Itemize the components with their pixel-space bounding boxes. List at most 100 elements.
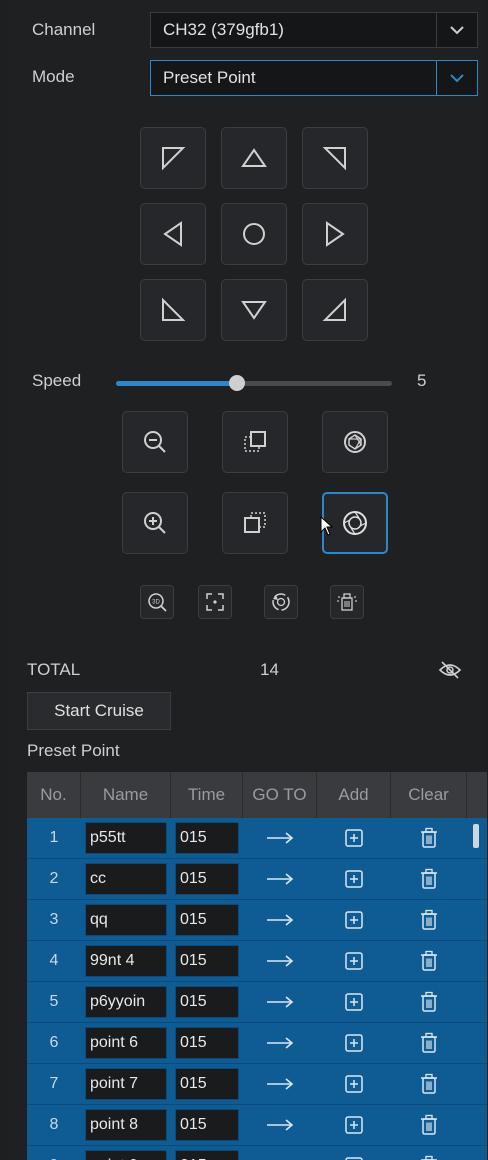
clear-preset-button[interactable] (391, 1064, 467, 1104)
3d-positioning-button[interactable]: 3D (140, 585, 174, 619)
total-value: 14 (260, 660, 279, 679)
start-cruise-button[interactable]: Start Cruise (27, 692, 171, 730)
iris-open-icon (343, 511, 367, 535)
goto-button[interactable] (243, 1105, 317, 1145)
column-header-no: No. (27, 772, 81, 818)
auto-focus-button[interactable] (198, 585, 232, 619)
ptz-right-button[interactable] (302, 203, 368, 265)
goto-button[interactable] (243, 818, 317, 858)
svg-text:3D: 3D (152, 600, 160, 606)
iris-close-button[interactable] (322, 411, 388, 473)
add-preset-button[interactable] (317, 1105, 391, 1145)
column-header-name: Name (81, 772, 171, 818)
ptz-up-button[interactable] (221, 127, 287, 189)
preset-time-input[interactable]: 015 (175, 822, 239, 854)
wiper-button[interactable] (330, 585, 364, 619)
ptz-down-right-button[interactable] (302, 279, 368, 341)
table-row[interactable]: 4 99nt 4 015 (27, 941, 487, 982)
ptz-up-right-button[interactable] (302, 127, 368, 189)
preset-name-input[interactable]: p6yyoin (85, 986, 167, 1018)
focus-near-button[interactable] (222, 411, 288, 473)
circle-icon (243, 223, 265, 245)
preset-name-input[interactable]: qq (85, 904, 167, 936)
row-number: 5 (49, 993, 59, 1010)
column-header-spacer (467, 772, 487, 818)
clear-preset-button[interactable] (391, 941, 467, 981)
preset-time-input[interactable]: 015 (175, 863, 239, 895)
goto-button[interactable] (243, 1146, 317, 1160)
mode-select[interactable]: Preset Point (150, 60, 478, 96)
preset-name-input[interactable]: point 6 (85, 1027, 167, 1059)
hide-eye-icon[interactable] (438, 660, 462, 680)
table-row[interactable]: 5 p6yyoin 015 (27, 982, 487, 1023)
table-row[interactable]: 7 point 7 015 (27, 1064, 487, 1105)
clear-preset-button[interactable] (391, 1146, 467, 1160)
ptz-down-left-button[interactable] (140, 279, 206, 341)
add-preset-button[interactable] (317, 1023, 391, 1063)
table-scrollbar[interactable] (473, 818, 479, 1160)
goto-button[interactable] (243, 900, 317, 940)
ptz-up-left-button[interactable] (140, 127, 206, 189)
goto-button[interactable] (243, 941, 317, 981)
table-row[interactable]: 9 point 9 015 (27, 1146, 487, 1160)
clear-preset-button[interactable] (391, 1105, 467, 1145)
scrollbar-thumb[interactable] (473, 824, 479, 848)
trash-icon (421, 950, 437, 971)
add-preset-button[interactable] (317, 859, 391, 899)
goto-button[interactable] (243, 859, 317, 899)
preset-name-input[interactable]: p55tt (85, 822, 167, 854)
lens-reset-button[interactable] (264, 585, 298, 619)
preset-time-input[interactable]: 015 (175, 945, 239, 977)
arrow-left-icon (163, 221, 182, 247)
goto-button[interactable] (243, 1064, 317, 1104)
trash-icon (421, 1073, 437, 1094)
mode-value: Preset Point (163, 68, 256, 87)
trash-icon (421, 1032, 437, 1053)
preset-name-input[interactable]: point 9 (85, 1150, 167, 1160)
goto-button[interactable] (243, 1023, 317, 1063)
speed-slider[interactable] (116, 375, 392, 391)
preset-name-input[interactable]: point 8 (85, 1109, 167, 1141)
table-row[interactable]: 3 qq 015 (27, 900, 487, 941)
row-number: 7 (49, 1075, 59, 1092)
trash-icon (421, 827, 437, 848)
plus-box-icon (345, 870, 363, 888)
clear-preset-button[interactable] (391, 982, 467, 1022)
add-preset-button[interactable] (317, 982, 391, 1022)
preset-time-input[interactable]: 015 (175, 986, 239, 1018)
zoom-in-button[interactable] (122, 492, 188, 554)
preset-time-input[interactable]: 015 (175, 904, 239, 936)
table-row[interactable]: 1 p55tt 015 (27, 818, 487, 859)
ptz-left-button[interactable] (140, 203, 206, 265)
preset-time-input[interactable]: 015 (175, 1027, 239, 1059)
table-row[interactable]: 8 point 8 015 (27, 1105, 487, 1146)
zoom-out-button[interactable] (122, 411, 188, 473)
focus-far-button[interactable] (222, 492, 288, 554)
add-preset-button[interactable] (317, 818, 391, 858)
channel-select[interactable]: CH32 (379gfb1) (150, 12, 478, 48)
preset-time-input[interactable]: 015 (175, 1150, 239, 1160)
add-preset-button[interactable] (317, 1064, 391, 1104)
arrow-right-icon (326, 221, 345, 247)
goto-button[interactable] (243, 982, 317, 1022)
add-preset-button[interactable] (317, 1146, 391, 1160)
ptz-down-button[interactable] (221, 279, 287, 341)
table-row[interactable]: 6 point 6 015 (27, 1023, 487, 1064)
clear-preset-button[interactable] (391, 859, 467, 899)
clear-preset-button[interactable] (391, 818, 467, 858)
table-body[interactable]: 1 p55tt 015 2 cc 015 3 qq 015 4 99nt 4 015 5 p6yyoin 0… (27, 818, 487, 1160)
clear-preset-button[interactable] (391, 1023, 467, 1063)
arrow-right-icon (267, 832, 294, 844)
arrow-right-icon (267, 1119, 294, 1131)
clear-preset-button[interactable] (391, 900, 467, 940)
add-preset-button[interactable] (317, 900, 391, 940)
preset-time-input[interactable]: 015 (175, 1068, 239, 1100)
speed-value: 5 (417, 371, 427, 390)
preset-name-input[interactable]: point 7 (85, 1068, 167, 1100)
preset-name-input[interactable]: 99nt 4 (85, 945, 167, 977)
preset-time-input[interactable]: 015 (175, 1109, 239, 1141)
table-row[interactable]: 2 cc 015 (27, 859, 487, 900)
add-preset-button[interactable] (317, 941, 391, 981)
ptz-center-button[interactable] (221, 203, 287, 265)
preset-name-input[interactable]: cc (85, 863, 167, 895)
